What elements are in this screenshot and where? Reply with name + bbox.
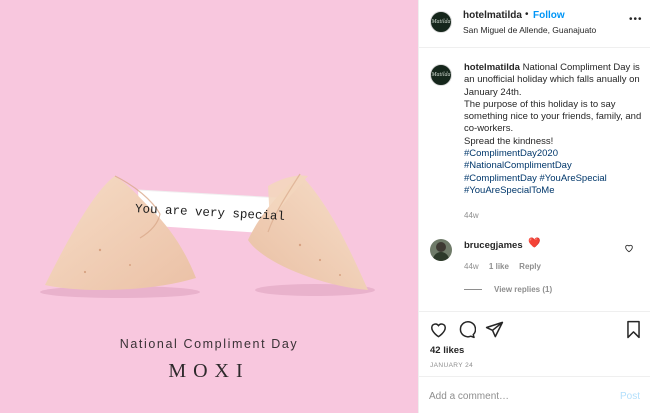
hashtag-line-3[interactable]: #ComplimentDay #YouAreSpecial — [464, 173, 644, 185]
more-options-icon[interactable]: ••• — [629, 14, 643, 25]
separator-dot: • — [525, 9, 529, 20]
caption-username[interactable]: hotelmatilda — [464, 62, 520, 73]
comment-meta: 44w 1 like Reply — [464, 262, 549, 271]
fortune-cookie-illustration: You are very special — [40, 173, 375, 298]
caption-title: National Compliment Day — [119, 337, 299, 351]
cookie-right — [248, 174, 368, 290]
comments-area: Matilda hotelmatilda National Compliment… — [419, 48, 650, 311]
likes-count[interactable]: 42 likes — [430, 345, 464, 356]
action-bar: 42 likes JANUARY 24 — [419, 311, 650, 376]
caption-age[interactable]: 44w — [464, 211, 479, 220]
caption-line-3: Spread the kindness! — [464, 135, 554, 147]
comment-heart-emoji: ❤️ — [528, 238, 541, 249]
hashtag-line-2[interactable]: #NationalComplimentDay — [464, 160, 644, 172]
reply-button[interactable]: Reply — [519, 262, 541, 271]
view-replies-button[interactable]: View replies (1) — [464, 285, 552, 294]
post-button[interactable]: Post — [620, 391, 640, 402]
paper-plane-icon[interactable] — [485, 320, 504, 339]
comment-username[interactable]: brucegjames — [464, 240, 523, 251]
location-link[interactable]: San Miguel de Allende, Guanajuato — [463, 25, 596, 35]
hashtag-line-4[interactable]: #YouAreSpecialToMe — [464, 185, 644, 197]
header-username[interactable]: hotelmatilda — [463, 10, 522, 21]
caption-line-2: The purpose of this holiday is to say so… — [464, 98, 642, 135]
add-comment-bar: Post — [419, 376, 650, 413]
comment-input[interactable] — [429, 387, 599, 405]
comment-icon[interactable] — [457, 320, 476, 339]
caption-avatar[interactable]: Matilda — [430, 64, 452, 86]
commenter-avatar[interactable] — [430, 239, 452, 261]
view-replies-label: View replies (1) — [494, 285, 553, 294]
post-side-panel: Matilda hotelmatilda • Follow San Miguel… — [418, 0, 650, 413]
bookmark-icon[interactable] — [625, 320, 642, 339]
hashtag-line-1[interactable]: #ComplimentDay2020 — [464, 148, 644, 160]
replies-divider — [464, 289, 482, 291]
post-header: Matilda hotelmatilda • Follow San Miguel… — [419, 0, 650, 48]
comment-age[interactable]: 44w — [464, 262, 479, 271]
follow-button[interactable]: Follow — [533, 10, 565, 21]
post-date[interactable]: JANUARY 24 — [430, 362, 473, 369]
avatar[interactable]: Matilda — [430, 11, 452, 33]
caption: hotelmatilda National Compliment Day is … — [464, 62, 644, 197]
caption-brand: MOXI — [168, 360, 250, 382]
comment-likes[interactable]: 1 like — [489, 262, 509, 271]
heart-icon[interactable] — [429, 320, 448, 339]
heart-outline-icon[interactable] — [624, 243, 634, 253]
post-image[interactable]: You are very special National Compliment… — [0, 0, 418, 413]
